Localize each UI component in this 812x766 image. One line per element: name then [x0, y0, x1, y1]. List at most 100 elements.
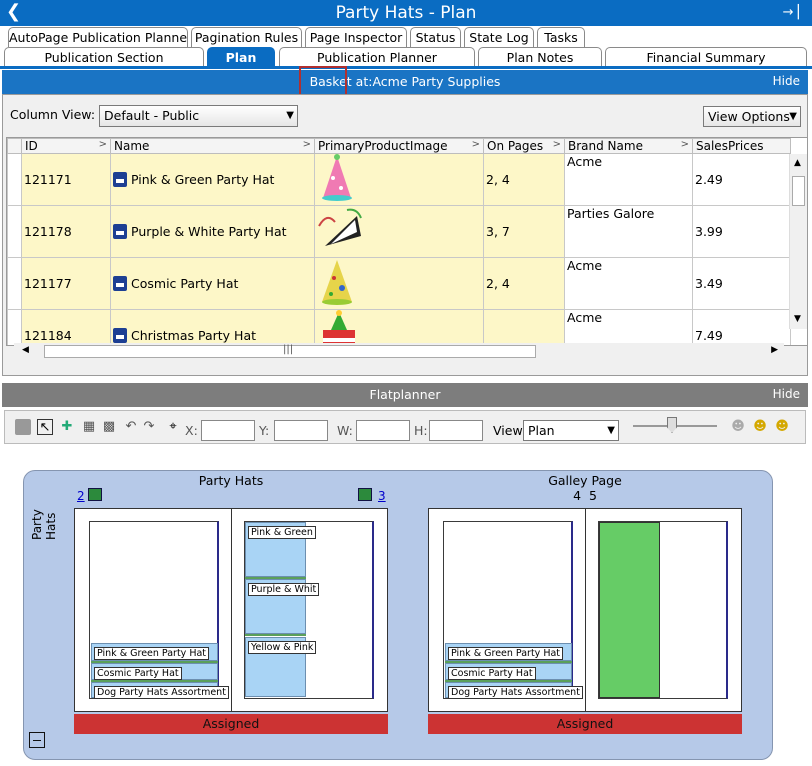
column-view-select[interactable]: Default - Public ▼: [99, 105, 298, 127]
add-page-icon[interactable]: ✚: [59, 419, 75, 435]
scroll-right-icon[interactable]: ▶: [771, 345, 778, 355]
table-row[interactable]: 121184 Christmas Party Hat Acme 7.49: [7, 309, 791, 345]
col-header-id[interactable]: ID >: [21, 138, 111, 154]
article-block[interactable]: Yellow & Pink: [245, 637, 317, 697]
flatplanner-hide-link[interactable]: Hide: [773, 383, 800, 406]
article-block[interactable]: Purple & Whit: [245, 579, 320, 634]
scroll-up-icon[interactable]: ▲: [794, 158, 801, 168]
row-selector-header: [7, 138, 22, 154]
vertical-scroll-thumb[interactable]: [792, 176, 805, 206]
pink-hat-image: [322, 154, 352, 201]
grid-icon[interactable]: ▦: [81, 419, 97, 435]
product-icon: [113, 328, 127, 343]
w-label: W:: [337, 423, 353, 438]
view-options-button[interactable]: View Options ▼: [703, 106, 801, 127]
view-select-value: Plan: [528, 423, 555, 438]
page-3[interactable]: Pink & Green Purple & Whit Yellow & Pink: [231, 508, 388, 712]
pointer-icon[interactable]: ↖: [37, 419, 53, 435]
page-link-3[interactable]: 3: [378, 489, 386, 503]
article-block[interactable]: Pink & Green: [245, 522, 316, 577]
christmas-hat-image: [323, 310, 355, 345]
cell-id: 121178: [21, 205, 111, 258]
col-header-on-pages[interactable]: On Pages >: [483, 138, 565, 154]
article-block[interactable]: Cosmic Party Hat: [445, 663, 572, 680]
tab-state-log[interactable]: State Log: [464, 27, 534, 47]
x-input[interactable]: [201, 420, 255, 441]
tab-publication-section[interactable]: Publication Section: [4, 47, 204, 67]
tab-plan[interactable]: Plan: [207, 47, 275, 67]
page-nav-icon[interactable]: [88, 488, 102, 501]
article-block[interactable]: Dog Party Hats Assortment: [445, 682, 583, 699]
tab-pagination-rules[interactable]: Pagination Rules: [191, 27, 302, 47]
h-input[interactable]: [429, 420, 483, 441]
table-row[interactable]: 121177 Cosmic Party Hat 2, 4 Acme 3.49: [7, 257, 791, 310]
y-input[interactable]: [274, 420, 328, 441]
tab-page-inspector[interactable]: Page Inspector: [305, 27, 407, 47]
tab-financial-summary[interactable]: Financial Summary: [605, 47, 807, 67]
redo-icon[interactable]: ↷: [141, 419, 157, 435]
galley-block[interactable]: [599, 522, 660, 698]
col-header-name[interactable]: Name >: [110, 138, 315, 154]
scroll-down-icon[interactable]: ▼: [794, 314, 801, 324]
title-bar: ❮ Party Hats - Plan →⎥: [0, 0, 812, 26]
view-label: View: [493, 423, 523, 438]
layout-icon[interactable]: ▩: [101, 419, 117, 435]
basket-header: Basket at:Acme Party Supplies Hide: [2, 70, 808, 94]
view-select[interactable]: Plan ▼: [523, 420, 619, 441]
galley-page-numbers: 4 5: [573, 488, 597, 503]
cell-price: 3.99: [692, 205, 791, 258]
tab-plan-notes[interactable]: Plan Notes: [478, 47, 602, 67]
view-options-label: View Options: [708, 109, 790, 124]
page-4[interactable]: Pink & Green Party Hat Cosmic Party Hat …: [428, 508, 586, 712]
product-icon: [113, 276, 127, 291]
col-header-image[interactable]: PrimaryProductImage >: [314, 138, 484, 154]
col-header-brand[interactable]: Brand Name >: [564, 138, 693, 154]
cell-image: [314, 309, 484, 345]
product-grid: ID > Name > PrimaryProductImage > On Pages >…: [6, 137, 808, 346]
article-block[interactable]: Dog Party Hats Assortment: [91, 682, 229, 699]
undo-icon[interactable]: ↶: [123, 419, 139, 435]
tab-status[interactable]: Status: [410, 27, 461, 47]
scroll-left-icon[interactable]: ◀: [22, 345, 29, 355]
group-icon[interactable]: ☻: [773, 419, 791, 435]
article-block[interactable]: Pink & Green Party Hat: [445, 643, 572, 661]
flatplanner-header: Flatplanner Hide: [2, 383, 808, 407]
w-input[interactable]: [356, 420, 410, 441]
tab-tasks[interactable]: Tasks: [537, 27, 585, 47]
cell-on-pages: 2, 4: [483, 153, 565, 206]
cell-price: 3.49: [692, 257, 791, 310]
spread-title-galley: Galley Page: [548, 473, 622, 488]
cell-price: 2.49: [692, 153, 791, 206]
cell-id: 121177: [21, 257, 111, 310]
crop-icon[interactable]: ⌖: [165, 419, 181, 435]
table-row[interactable]: 121178 Purple & White Party Hat 3, 7 Par…: [7, 205, 791, 258]
page-5[interactable]: [585, 508, 742, 712]
col-header-price[interactable]: SalesPrices: [692, 138, 791, 154]
basket-hide-link[interactable]: Hide: [773, 70, 800, 93]
user-icon[interactable]: ☻: [729, 419, 747, 435]
page-2[interactable]: Pink & Green Party Hat Cosmic Party Hat …: [74, 508, 232, 712]
article-block[interactable]: Pink & Green Party Hat: [91, 643, 218, 661]
article-block[interactable]: Cosmic Party Hat: [91, 663, 218, 680]
horizontal-scroll-thumb[interactable]: |||: [44, 344, 536, 358]
cell-id: 121184: [21, 309, 111, 345]
vertical-scrollbar[interactable]: ▲ ▼: [789, 154, 807, 329]
column-view-value: Default - Public: [104, 108, 200, 123]
tab-autopage-publication-planner[interactable]: AutoPage Publication Planner: [8, 27, 188, 47]
users-icon[interactable]: ☻: [751, 419, 769, 435]
zoom-slider-handle[interactable]: [667, 417, 677, 433]
pin-icon[interactable]: →⎥: [783, 5, 800, 20]
page-link-2[interactable]: 2: [77, 489, 85, 503]
page-icon[interactable]: [15, 419, 31, 435]
cell-image: [314, 153, 484, 206]
chevron-down-icon: ▼: [607, 425, 615, 436]
page-nav-icon[interactable]: [358, 488, 372, 501]
chevron-down-icon: ▼: [789, 111, 797, 122]
cell-name: Pink & Green Party Hat: [110, 153, 315, 206]
horizontal-scrollbar[interactable]: ◀ ||| ▶: [14, 343, 784, 360]
column-view-label: Column View:: [10, 107, 96, 122]
cell-brand: Acme: [564, 309, 693, 345]
collapse-icon[interactable]: [29, 732, 45, 748]
table-row[interactable]: 121171 Pink & Green Party Hat 2, 4 Acme …: [7, 153, 791, 206]
tab-publication-planner[interactable]: Publication Planner: [279, 47, 475, 67]
